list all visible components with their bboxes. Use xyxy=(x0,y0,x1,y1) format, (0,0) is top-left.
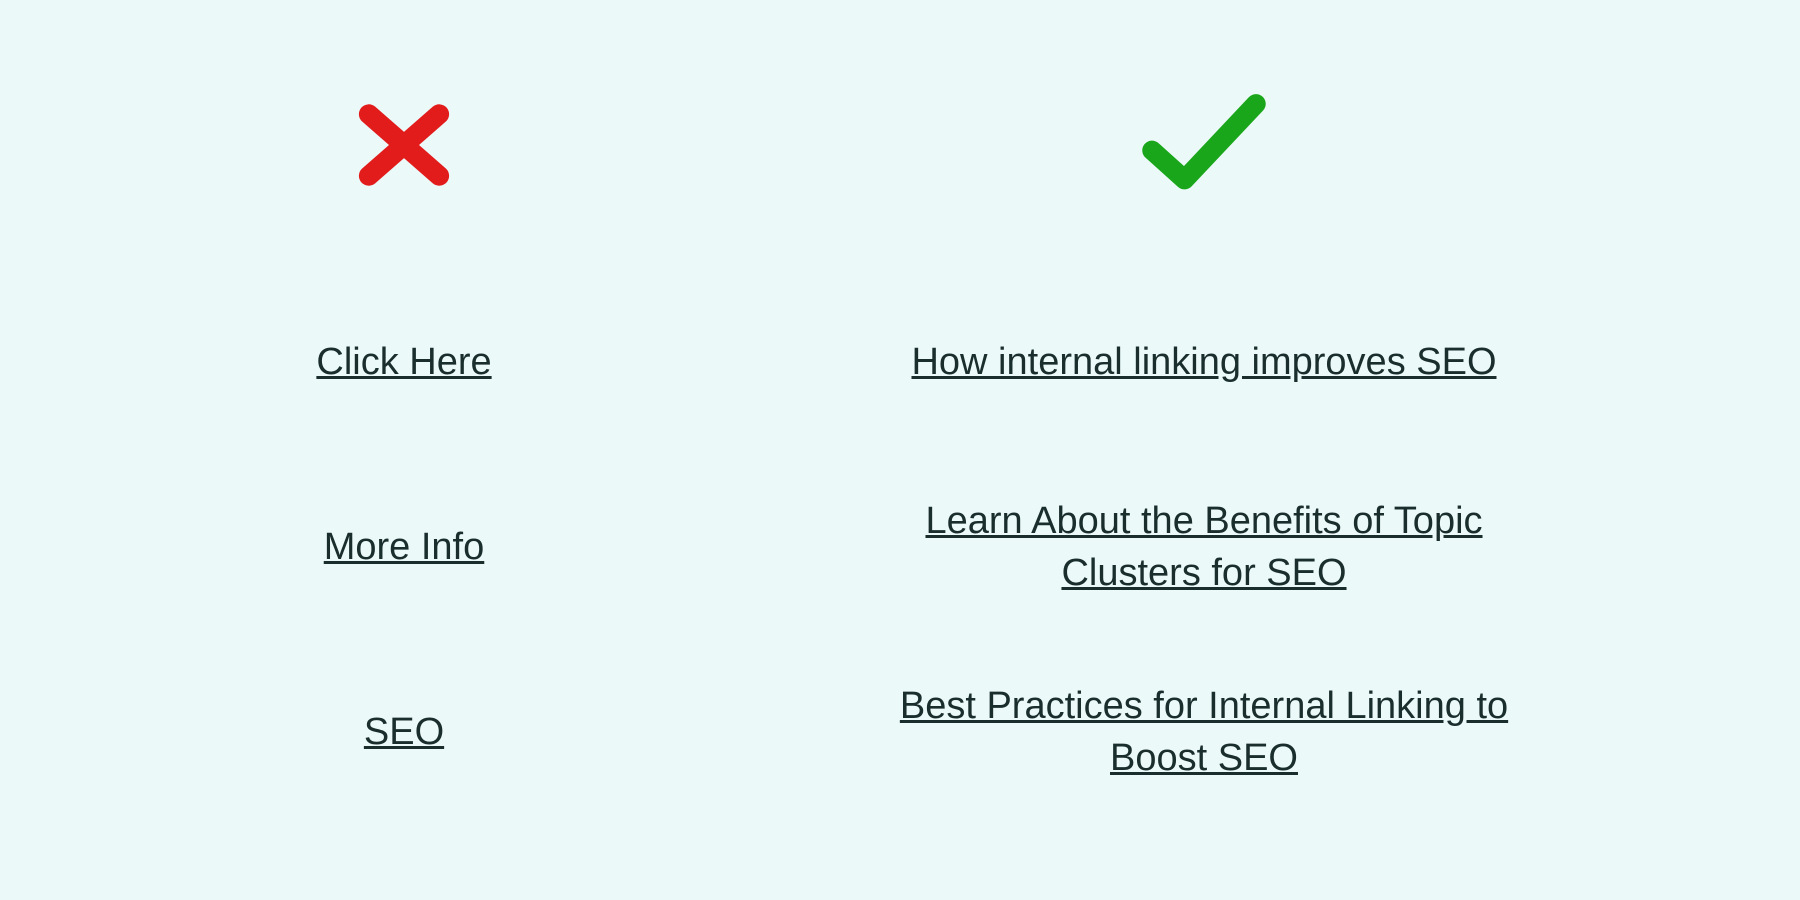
check-icon-wrap xyxy=(1139,70,1269,220)
bad-link-item[interactable]: More Info xyxy=(304,455,505,640)
cross-icon xyxy=(349,90,459,200)
bad-link-item[interactable]: Click Here xyxy=(296,270,511,455)
check-icon xyxy=(1139,90,1269,200)
good-links-list: How internal linking improves SEO Learn … xyxy=(708,270,1700,825)
good-link-item[interactable]: Learn About the Benefits of Topic Cluste… xyxy=(864,455,1544,640)
good-link-item[interactable]: How internal linking improves SEO xyxy=(891,270,1516,455)
comparison-container: Click Here More Info SEO How internal li… xyxy=(100,70,1700,900)
bad-examples-column: Click Here More Info SEO xyxy=(100,70,708,900)
good-link-item[interactable]: Best Practices for Internal Linking to B… xyxy=(864,640,1544,825)
bad-link-item[interactable]: SEO xyxy=(344,640,464,825)
bad-links-list: Click Here More Info SEO xyxy=(100,270,708,825)
cross-icon-wrap xyxy=(349,70,459,220)
good-examples-column: How internal linking improves SEO Learn … xyxy=(708,70,1700,900)
